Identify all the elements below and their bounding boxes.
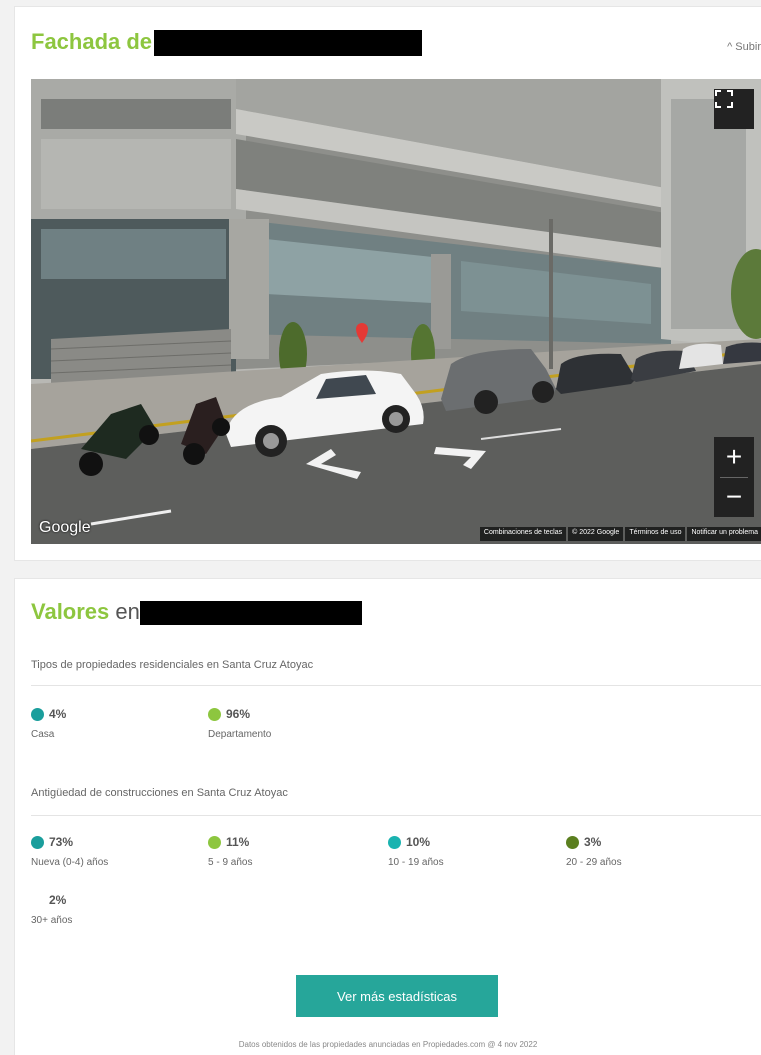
map-attribution: Combinaciones de teclas © 2022 Google Té… <box>478 527 761 541</box>
valores-card: Valores en Tipos de propiedades residenc… <box>14 578 761 1055</box>
fachada-card: Fachada de ^ Subir + − Google Combinacio… <box>14 6 761 561</box>
valores-title: Valores en <box>31 599 363 626</box>
legend-dot <box>566 835 579 849</box>
fullscreen-button[interactable] <box>714 89 754 129</box>
terms-link[interactable]: Términos de uso <box>625 527 686 541</box>
zoom-in-button[interactable]: + <box>714 437 754 477</box>
copyright-text: © 2022 Google <box>568 527 624 541</box>
legend-dot <box>208 835 221 849</box>
stat-casa: 4% Casa <box>31 707 67 740</box>
fullscreen-icon <box>715 90 733 108</box>
legend-dot <box>31 835 44 849</box>
zoom-divider <box>720 477 748 478</box>
antiguedad-subtitle: Antigüedad de construcciones en Santa Cr… <box>31 787 288 799</box>
divider <box>31 815 761 816</box>
street-view-image <box>31 79 761 544</box>
stat-5-9: 11% 5 - 9 años <box>208 835 253 868</box>
legend-dot <box>388 835 401 849</box>
collapse-toggle[interactable]: ^ Subir <box>727 41 761 53</box>
data-source-footnote: Datos obtenidos de las propiedades anunc… <box>238 1040 538 1049</box>
report-problem-link[interactable]: Notificar un problema <box>687 527 761 541</box>
stat-nueva: 73% Nueva (0-4) años <box>31 835 109 868</box>
redacted-location <box>140 601 363 626</box>
stat-10-19: 10% 10 - 19 años <box>388 835 444 868</box>
stat-departamento: 96% Departamento <box>208 707 272 740</box>
tipos-subtitle: Tipos de propiedades residenciales en Sa… <box>31 659 314 671</box>
keyboard-shortcuts-link[interactable]: Combinaciones de teclas <box>479 527 567 541</box>
stat-30-plus: 2% 30+ años <box>31 893 73 926</box>
ver-mas-estadisticas-button[interactable]: Ver más estadísticas <box>296 975 498 1017</box>
divider <box>31 685 761 686</box>
stat-20-29: 3% 20 - 29 años <box>566 835 622 868</box>
street-view[interactable]: + − Google Combinaciones de teclas © 202… <box>31 79 761 544</box>
legend-dot <box>31 707 44 721</box>
zoom-out-button[interactable]: − <box>714 477 754 517</box>
legend-dot <box>208 707 221 721</box>
google-logo: Google <box>39 519 91 536</box>
fachada-title: Fachada de <box>31 29 423 57</box>
redacted-address <box>154 30 423 57</box>
